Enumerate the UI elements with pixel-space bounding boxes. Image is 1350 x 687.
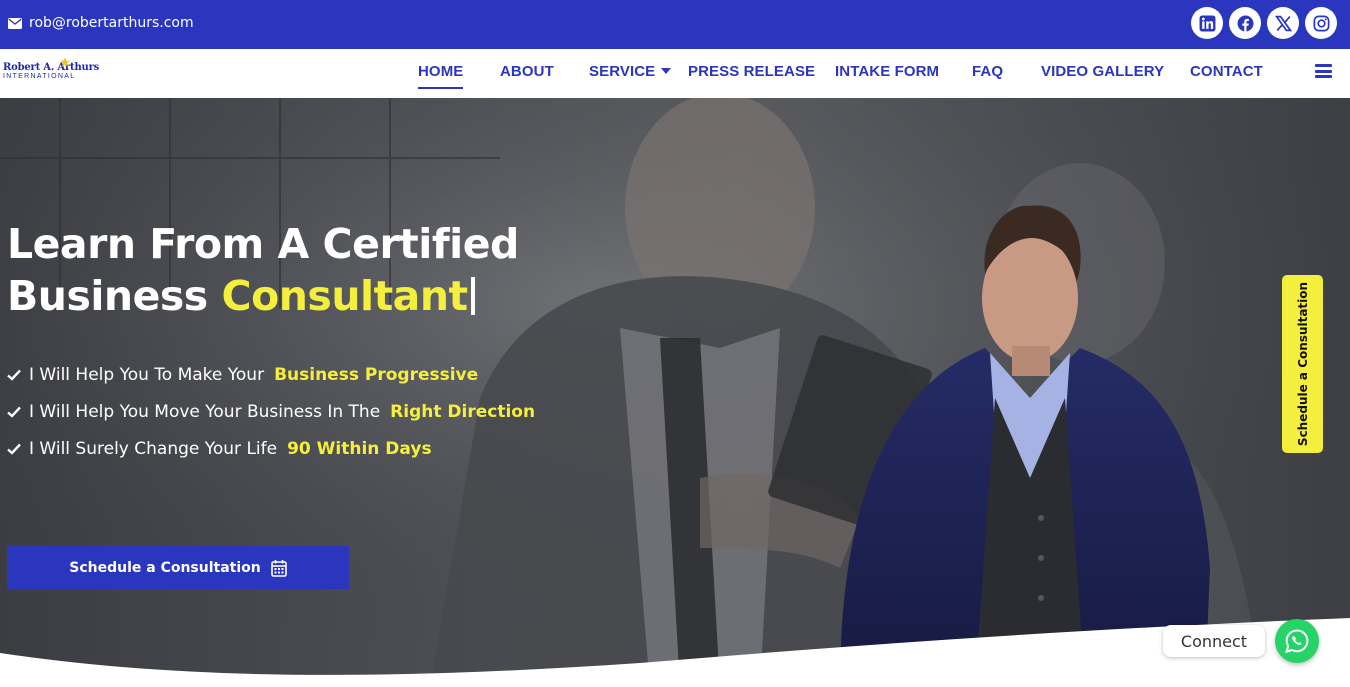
list-item: I Will Help You To Make Your Business Pr… <box>7 356 535 393</box>
hero-title: Learn From A Certified Business Consulta… <box>7 218 519 322</box>
nav-about[interactable]: ABOUT <box>500 63 554 80</box>
social-links <box>1191 7 1337 39</box>
instagram-icon <box>1313 15 1329 31</box>
email-text: rob@robertarthurs.com <box>29 15 194 31</box>
instagram-link[interactable] <box>1305 7 1337 39</box>
benefit-list: I Will Help You To Make Your Business Pr… <box>7 356 535 467</box>
connect-label[interactable]: Connect <box>1163 625 1265 657</box>
check-icon <box>7 369 21 381</box>
typing-cursor <box>470 277 475 315</box>
linkedin-icon <box>1199 15 1215 31</box>
chevron-down-icon <box>661 68 672 74</box>
logo-subtitle: INTERNATIONAL <box>3 73 76 80</box>
calendar-icon <box>270 559 287 577</box>
email-link[interactable]: rob@robertarthurs.com <box>8 14 194 32</box>
nav-service-label: SERVICE <box>589 63 656 80</box>
benefit-highlight: Right Direction <box>390 401 536 422</box>
list-item: I Will Help You Move Your Business In Th… <box>7 393 535 430</box>
main-nav: Robert A. Arthurs INTERNATIONAL HOME ABO… <box>0 49 1350 98</box>
facebook-link[interactable] <box>1229 7 1261 39</box>
benefit-highlight: Business Progressive <box>274 364 479 385</box>
cta-label: Schedule a Consultation <box>69 559 261 576</box>
hamburger-menu-icon[interactable] <box>1315 64 1332 78</box>
side-tab-label: Schedule a Consultation <box>1295 281 1310 447</box>
hero-section: Learn From A Certified Business Consulta… <box>0 98 1350 687</box>
nav-video-gallery[interactable]: VIDEO GALLERY <box>1041 63 1164 80</box>
benefit-text: I Will Help You To Make Your <box>29 364 265 385</box>
whatsapp-button[interactable] <box>1275 619 1319 663</box>
logo[interactable]: Robert A. Arthurs INTERNATIONAL <box>3 57 113 85</box>
nav-press-release[interactable]: PRESS RELEASE <box>688 63 815 80</box>
schedule-consultation-button[interactable]: Schedule a Consultation <box>7 546 349 589</box>
facebook-icon <box>1237 15 1253 32</box>
linkedin-link[interactable] <box>1191 7 1223 39</box>
nav-faq[interactable]: FAQ <box>972 63 1003 80</box>
logo-name: Robert A. Arthurs <box>3 62 100 73</box>
benefit-text: I Will Surely Change Your Life <box>29 438 278 459</box>
top-bar: rob@robertarthurs.com <box>0 0 1350 49</box>
nav-contact[interactable]: CONTACT <box>1190 63 1263 80</box>
nav-intake-form[interactable]: INTAKE FORM <box>835 63 939 80</box>
x-twitter-icon <box>1274 15 1292 31</box>
x-twitter-link[interactable] <box>1267 7 1299 39</box>
hero-title-line1: Learn From A Certified <box>7 220 519 268</box>
hero-title-plain: Business <box>7 272 208 320</box>
list-item: I Will Surely Change Your Life 90 Within… <box>7 430 535 467</box>
whatsapp-icon <box>1285 629 1309 653</box>
side-schedule-tab[interactable]: Schedule a Consultation <box>1282 275 1323 453</box>
hero-title-highlight: Consultant <box>221 272 468 320</box>
nav-home[interactable]: HOME <box>418 63 464 89</box>
benefit-text: I Will Help You Move Your Business In Th… <box>29 401 381 422</box>
check-icon <box>7 406 21 418</box>
check-icon <box>7 443 21 455</box>
benefit-highlight: 90 Within Days <box>287 438 432 459</box>
star-icon <box>60 57 70 67</box>
envelope-icon <box>8 17 22 29</box>
nav-service[interactable]: SERVICE <box>589 63 672 80</box>
